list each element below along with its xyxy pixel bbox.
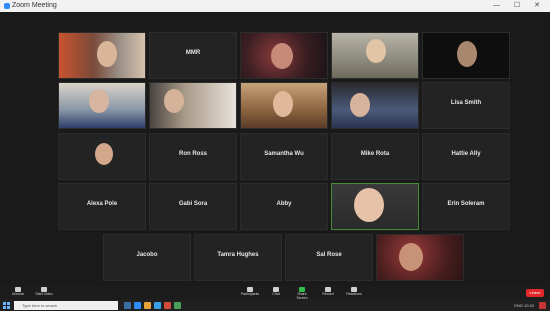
participant-tile[interactable]: Erin Soleram xyxy=(422,183,510,230)
participant-tile[interactable]: Alexa Pole xyxy=(58,183,146,230)
participant-tile[interactable] xyxy=(149,82,237,129)
participant-tile-active-speaker[interactable] xyxy=(331,183,419,230)
participant-tile[interactable] xyxy=(58,82,146,129)
browser-icon[interactable] xyxy=(154,302,161,309)
participant-name: MMR xyxy=(185,50,201,56)
zoom-app-icon[interactable] xyxy=(134,302,141,309)
participant-tile[interactable]: Abby xyxy=(240,183,328,230)
participant-tile[interactable]: Gabi Sora xyxy=(149,183,237,230)
participant-tile[interactable] xyxy=(58,32,146,79)
reactions-button[interactable]: Reactions xyxy=(344,287,364,296)
gallery-view: MMR Lisa Smith Ron Ross Samantha Wu Mike… xyxy=(0,12,550,286)
participant-tile[interactable]: MMR xyxy=(149,32,237,79)
share-screen-label: Share Screen xyxy=(296,292,308,300)
participant-name: Samantha Wu xyxy=(264,151,304,157)
participant-name: Jacobo xyxy=(136,252,158,258)
chat-button[interactable]: Chat xyxy=(266,287,286,296)
file-explorer-icon[interactable] xyxy=(144,302,151,309)
start-video-button[interactable]: Start Video xyxy=(34,287,54,296)
participant-tile[interactable] xyxy=(331,82,419,129)
participant-tile[interactable]: Sal Rose xyxy=(285,234,373,281)
start-video-label: Start Video xyxy=(35,292,53,296)
record-button[interactable]: Record xyxy=(318,287,338,296)
participant-tile[interactable]: Ron Ross xyxy=(149,133,237,180)
participant-tile[interactable] xyxy=(331,32,419,79)
share-screen-button[interactable]: Share Screen xyxy=(292,287,312,300)
participant-name: Alexa Pole xyxy=(86,201,118,207)
participant-tile[interactable]: Hattie Ally xyxy=(422,133,510,180)
window-controls[interactable]: — ☐ ✕ xyxy=(493,0,546,12)
system-tray[interactable]: ENG 10:32 xyxy=(514,302,534,309)
window-titlebar: Zoom Meeting — ☐ ✕ xyxy=(0,0,550,12)
app-icon[interactable] xyxy=(164,302,171,309)
participants-label: Participants xyxy=(240,292,260,296)
participant-tile[interactable] xyxy=(376,234,464,281)
participant-tile[interactable]: Mike Rota xyxy=(331,133,419,180)
participant-tile[interactable] xyxy=(422,32,510,79)
participant-name: Ron Ross xyxy=(178,151,207,157)
participant-tile[interactable] xyxy=(240,32,328,79)
windows-taskbar: Type here to search ENG 10:32 xyxy=(0,300,550,311)
taskbar-search-box[interactable]: Type here to search xyxy=(14,301,118,310)
participant-name: Hattie Ally xyxy=(451,151,481,157)
windows-start-icon[interactable] xyxy=(3,302,10,309)
task-view-icon[interactable] xyxy=(124,302,131,309)
unmute-label: Unmute xyxy=(11,292,25,296)
participant-tile[interactable] xyxy=(58,133,146,180)
participant-name: Mike Rota xyxy=(360,151,390,157)
zoom-logo-icon xyxy=(4,3,10,9)
participant-name: Gabi Sora xyxy=(178,201,208,207)
app-icon[interactable] xyxy=(174,302,181,309)
unmute-button[interactable]: Unmute xyxy=(8,287,28,296)
chat-label: Chat xyxy=(272,292,280,296)
participant-name: Abby xyxy=(276,201,292,207)
notification-icon[interactable] xyxy=(539,302,546,309)
participant-tile[interactable]: Jacobo xyxy=(103,234,191,281)
meeting-toolbar: Unmute Start Video Participants Chat Sha… xyxy=(0,286,550,300)
participant-name: Erin Soleram xyxy=(447,201,485,207)
participant-name: Tamra Hughes xyxy=(217,252,259,258)
participant-name: Sal Rose xyxy=(316,252,342,258)
reactions-label: Reactions xyxy=(346,292,362,296)
participant-tile[interactable] xyxy=(240,82,328,129)
participants-button[interactable]: Participants xyxy=(240,287,260,296)
window-title: Zoom Meeting xyxy=(12,2,57,9)
participant-tile[interactable]: Tamra Hughes xyxy=(194,234,282,281)
participant-tile[interactable]: Lisa Smith xyxy=(422,82,510,129)
record-label: Record xyxy=(322,292,334,296)
participant-tile[interactable]: Samantha Wu xyxy=(240,133,328,180)
leave-button[interactable]: Leave xyxy=(526,289,544,297)
participant-name: Lisa Smith xyxy=(450,100,482,106)
